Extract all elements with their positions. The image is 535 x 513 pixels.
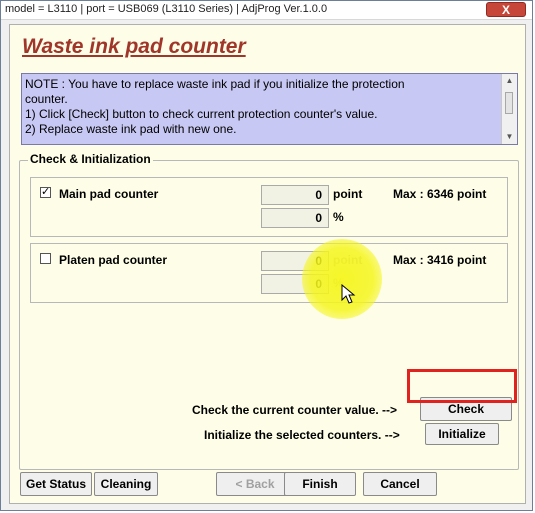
scroll-thumb[interactable] xyxy=(505,92,513,114)
point-unit: point xyxy=(333,187,363,201)
note-textbox[interactable]: NOTE : You have to replace waste ink pad… xyxy=(21,73,518,145)
check-instruction-label: Check the current counter value. --> xyxy=(192,403,398,417)
main-pad-label: Main pad counter xyxy=(59,187,159,201)
platen-pad-counter-row: Platen pad counter 0 point 0 % Max : 341… xyxy=(30,243,508,303)
note-line: 1) Click [Check] button to check current… xyxy=(25,107,378,121)
cursor-spotlight xyxy=(302,239,382,319)
platen-pad-max: Max : 3416 point xyxy=(393,253,487,267)
back-button[interactable]: < Back xyxy=(216,472,294,496)
note-line: 2) Replace waste ink pad with new one. xyxy=(25,122,237,136)
initialize-button[interactable]: Initialize xyxy=(425,423,499,445)
main-pad-percent-field: 0 xyxy=(261,208,329,228)
mouse-pointer-icon xyxy=(341,284,356,304)
adjprog-window: model = L3110 | port = USB069 (L3110 Ser… xyxy=(0,0,533,511)
cleaning-button[interactable]: Cleaning xyxy=(94,472,158,496)
scroll-down-arrow-icon[interactable]: ▼ xyxy=(502,130,517,144)
title-bar: model = L3110 | port = USB069 (L3110 Ser… xyxy=(1,1,532,20)
main-pad-point-field: 0 xyxy=(261,185,329,205)
note-line: NOTE : You have to replace waste ink pad… xyxy=(25,77,405,91)
main-pad-checkbox[interactable]: ✓ xyxy=(40,187,51,198)
get-status-button[interactable]: Get Status xyxy=(20,472,92,496)
initialize-instruction-label: Initialize the selected counters. --> xyxy=(204,428,400,442)
finish-button[interactable]: Finish xyxy=(284,472,356,496)
platen-pad-label: Platen pad counter xyxy=(59,253,168,267)
cancel-button[interactable]: Cancel xyxy=(363,472,437,496)
page-title: Waste ink pad counter xyxy=(22,35,246,58)
platen-pad-checkbox[interactable] xyxy=(40,253,51,264)
close-button[interactable]: X xyxy=(486,2,526,17)
check-highlight-box xyxy=(407,369,517,403)
main-pad-counter-row: ✓ Main pad counter 0 point 0 % Max : 634… xyxy=(30,177,508,237)
note-line: counter. xyxy=(25,92,68,106)
note-scrollbar[interactable]: ▲ ▼ xyxy=(501,74,517,144)
window-title: model = L3110 | port = USB069 (L3110 Ser… xyxy=(5,3,328,15)
note-text: NOTE : You have to replace waste ink pad… xyxy=(25,77,499,137)
group-label: Check & Initialization xyxy=(28,152,153,166)
scroll-up-arrow-icon[interactable]: ▲ xyxy=(502,74,517,88)
percent-unit: % xyxy=(333,210,344,224)
main-pad-max: Max : 6346 point xyxy=(393,187,487,201)
